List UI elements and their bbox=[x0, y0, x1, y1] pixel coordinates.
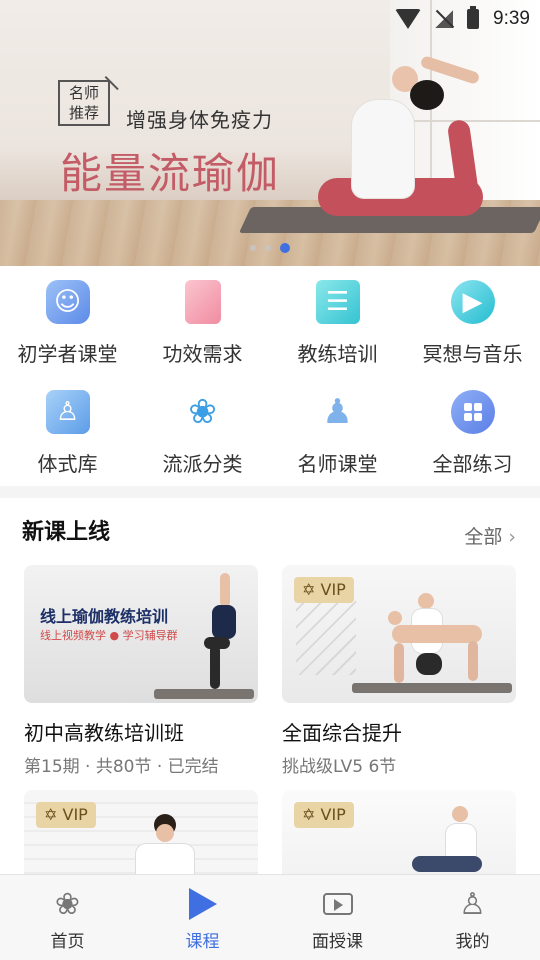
student-figure bbox=[388, 611, 402, 625]
bottom-navigation: ❀ 首页 课程 面授课 ♙ 我的 bbox=[0, 874, 540, 960]
view-all-label: 全部 bbox=[464, 526, 503, 548]
banner-title: 能量流瑜伽 bbox=[60, 149, 281, 198]
student-figure bbox=[468, 641, 478, 681]
category-label: 名师课堂 bbox=[297, 452, 378, 476]
instructor-figure bbox=[210, 645, 220, 689]
section-title: 新课上线 bbox=[22, 520, 111, 545]
nav-label: 面授课 bbox=[312, 932, 363, 952]
category-label: 流派分类 bbox=[162, 452, 243, 476]
category-label: 初学者课堂 bbox=[17, 342, 118, 366]
category-effect-needs[interactable]: 功效需求 bbox=[135, 266, 270, 376]
nav-profile[interactable]: ♙ 我的 bbox=[405, 875, 540, 960]
carousel-dot-active[interactable] bbox=[280, 243, 290, 253]
vip-label: VIP bbox=[62, 805, 88, 824]
lotus-icon: ❀ bbox=[188, 392, 217, 432]
course-title: 初中高教练培训班 bbox=[24, 721, 184, 745]
vip-badge: ✡ VIP bbox=[294, 802, 354, 828]
nav-label: 我的 bbox=[455, 932, 490, 952]
meditation-music-icon: ▶ bbox=[450, 280, 495, 324]
instructor-figure bbox=[212, 605, 236, 639]
nav-label: 首页 bbox=[50, 932, 85, 952]
status-bar: 9:39 bbox=[395, 6, 530, 30]
stairs-backdrop bbox=[296, 595, 356, 675]
category-label: 冥想与音乐 bbox=[422, 342, 523, 366]
category-grid: ☺ 初学者课堂 功效需求 ☰ 教练培训 ▶ 冥想与音乐 ♙ 体式库 ❀ 流派分类… bbox=[0, 266, 540, 486]
all-practice-icon bbox=[450, 390, 495, 434]
category-pose-library[interactable]: ♙ 体式库 bbox=[0, 376, 135, 486]
thumbnail-title: 线上瑜伽教练培训 bbox=[40, 607, 169, 626]
instructor-figure bbox=[220, 573, 230, 607]
nav-home[interactable]: ❀ 首页 bbox=[0, 875, 135, 960]
student-figure bbox=[392, 625, 482, 643]
hero-banner[interactable]: 名师 推荐 增强身体免疫力 能量流瑜伽 bbox=[0, 0, 540, 266]
yoga-mat bbox=[154, 689, 254, 699]
coach-training-icon: ☰ bbox=[315, 280, 360, 324]
instructor-figure bbox=[418, 593, 434, 609]
view-all-link[interactable]: 全部 › bbox=[464, 522, 516, 549]
yoga-mat-icon bbox=[184, 280, 221, 324]
category-label: 全部练习 bbox=[432, 452, 513, 476]
course-card[interactable]: ✡ VIP 全面综合提升 挑战级LV5 6节 bbox=[282, 565, 516, 777]
wifi-icon bbox=[395, 9, 422, 29]
recommend-tag-line2: 推荐 bbox=[68, 104, 99, 122]
carousel-indicator[interactable] bbox=[250, 243, 290, 253]
new-courses-section: 新课上线 全部 › 线上瑜伽教练培训 线上视频教学 ● 学习辅导群 初中高教练培训… bbox=[0, 498, 540, 928]
status-time: 9:39 bbox=[493, 8, 530, 29]
category-meditation-music[interactable]: ▶ 冥想与音乐 bbox=[405, 266, 540, 376]
category-label: 教练培训 bbox=[297, 342, 378, 366]
banner-tagline: 增强身体免疫力 bbox=[126, 108, 273, 132]
no-signal-icon bbox=[435, 10, 454, 28]
course-title: 全面综合提升 bbox=[282, 721, 402, 745]
category-styles[interactable]: ❀ 流派分类 bbox=[135, 376, 270, 486]
play-icon bbox=[184, 885, 222, 923]
category-master-class[interactable]: ♟ 名师课堂 bbox=[270, 376, 405, 486]
student-figure bbox=[394, 643, 404, 683]
category-all-practice[interactable]: 全部练习 bbox=[405, 376, 540, 486]
vip-star-icon: ✡ bbox=[44, 805, 58, 824]
battery-charging-icon bbox=[467, 6, 480, 29]
instructor-figure bbox=[156, 824, 174, 842]
vip-star-icon: ✡ bbox=[302, 805, 316, 824]
vip-label: VIP bbox=[320, 805, 346, 824]
category-beginner[interactable]: ☺ 初学者课堂 bbox=[0, 266, 135, 376]
course-meta: 挑战级LV5 6节 bbox=[282, 757, 397, 777]
lotus-icon: ❀ bbox=[54, 886, 81, 922]
beginner-icon: ☺ bbox=[45, 280, 90, 324]
instructor-figure bbox=[452, 806, 468, 822]
nav-in-person[interactable]: 面授课 bbox=[270, 875, 405, 960]
thumbnail-subtitle: 线上视频教学 ● 学习辅导群 bbox=[40, 629, 178, 642]
pose-library-icon: ♙ bbox=[45, 390, 90, 434]
course-card[interactable]: 线上瑜伽教练培训 线上视频教学 ● 学习辅导群 初中高教练培训班 第15期 · … bbox=[24, 565, 258, 777]
nav-label: 课程 bbox=[185, 932, 220, 952]
student-figure bbox=[412, 856, 482, 872]
carousel-dot[interactable] bbox=[250, 245, 256, 251]
vip-badge: ✡ VIP bbox=[36, 802, 96, 828]
chevron-right-icon: › bbox=[508, 526, 516, 548]
course-meta: 第15期 · 共80节 · 已完结 bbox=[24, 757, 219, 777]
instructor-figure bbox=[416, 653, 442, 675]
course-thumbnail[interactable]: ✡ VIP bbox=[282, 565, 516, 703]
carousel-dot[interactable] bbox=[265, 245, 271, 251]
category-coach-training[interactable]: ☰ 教练培训 bbox=[270, 266, 405, 376]
nav-courses[interactable]: 课程 bbox=[135, 875, 270, 960]
course-thumbnail[interactable]: 线上瑜伽教练培训 线上视频教学 ● 学习辅导群 bbox=[24, 565, 258, 703]
meditation-person-icon: ♙ bbox=[459, 886, 486, 922]
category-label: 体式库 bbox=[37, 452, 98, 476]
master-class-icon: ♟ bbox=[322, 392, 353, 432]
vip-badge: ✡ VIP bbox=[294, 577, 354, 603]
yoga-mat bbox=[352, 683, 512, 693]
vip-label: VIP bbox=[320, 580, 346, 599]
video-camera-icon bbox=[319, 885, 357, 923]
vip-star-icon: ✡ bbox=[302, 580, 316, 599]
category-label: 功效需求 bbox=[162, 342, 243, 366]
